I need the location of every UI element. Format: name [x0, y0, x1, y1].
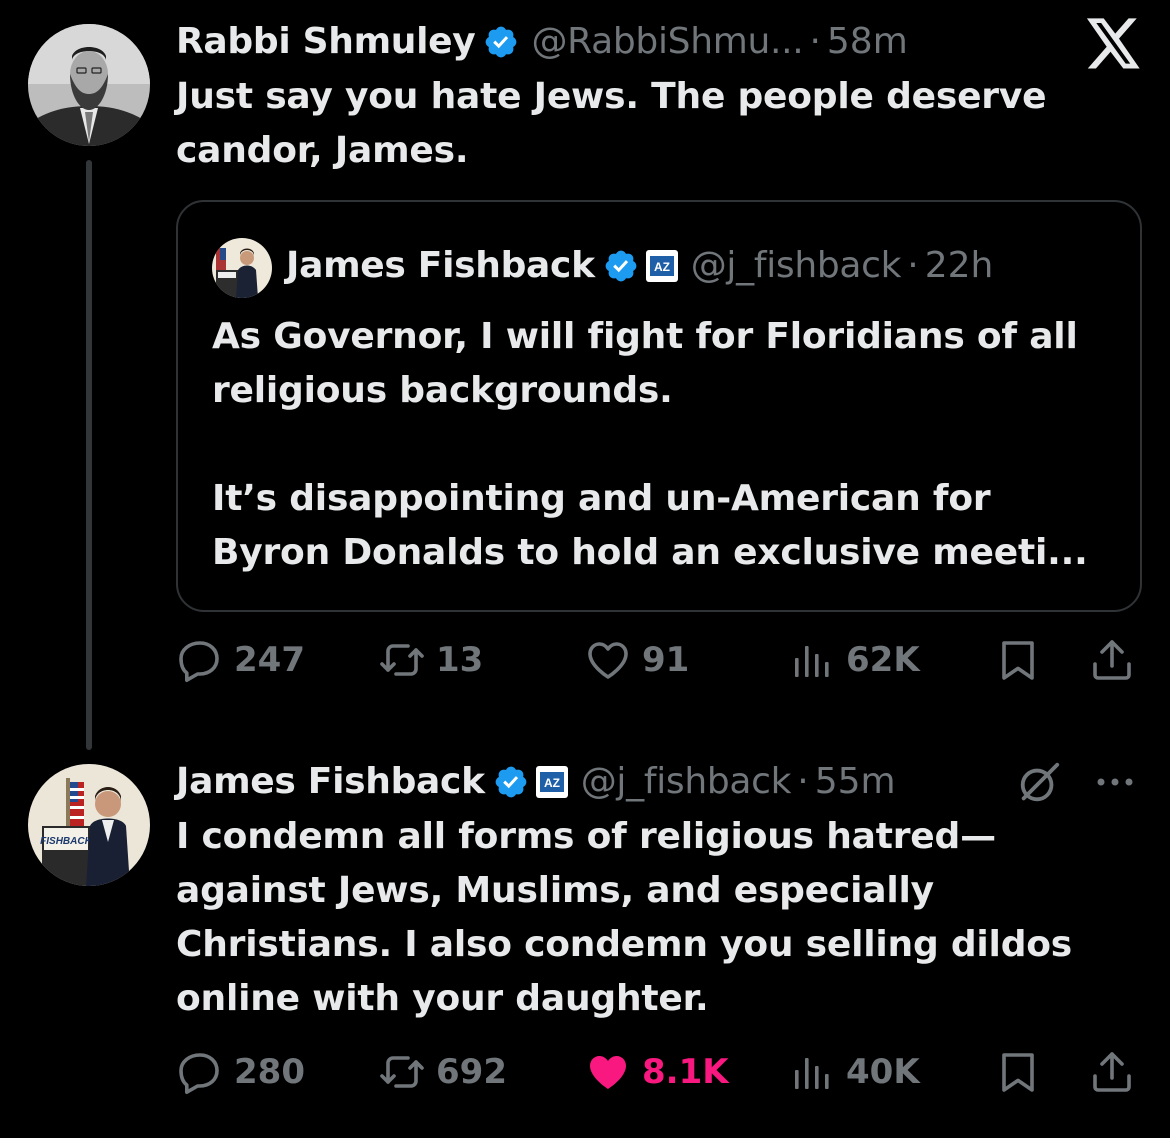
- reply-button[interactable]: 280: [176, 1042, 305, 1102]
- repost-button[interactable]: 692: [378, 1042, 507, 1102]
- like-button[interactable]: 91: [584, 630, 689, 690]
- tweet-header: James Fishback AZ @j_fishback · 55m: [176, 760, 896, 804]
- thread-view: Rabbi Shmuley @RabbiShmu... · 58m Just s…: [0, 0, 1170, 1138]
- quote-author-handle[interactable]: @j_fishback: [691, 244, 902, 288]
- separator-dot: ·: [797, 761, 809, 802]
- share-icon: [1088, 1048, 1136, 1096]
- verified-badge-icon[interactable]: [493, 764, 529, 800]
- bookmark-button[interactable]: [994, 630, 1042, 690]
- views-icon: [788, 636, 836, 684]
- tweet-actions: 280 692 8.1K 40K: [176, 1042, 1136, 1102]
- views-count: 40K: [846, 1052, 920, 1092]
- timestamp[interactable]: 58m: [827, 20, 908, 64]
- repost-button[interactable]: 13: [378, 630, 483, 690]
- views-button[interactable]: 40K: [788, 1042, 920, 1102]
- tweet-text: Just say you hate Jews. The people deser…: [176, 76, 1047, 171]
- more-icon[interactable]: [1092, 772, 1138, 792]
- quote-author-name[interactable]: James Fishback: [286, 244, 595, 288]
- views-icon: [788, 1048, 836, 1096]
- verified-badge-icon[interactable]: [603, 248, 639, 284]
- affiliate-badge-icon[interactable]: AZ: [645, 249, 679, 283]
- quote-header: James Fishback AZ @j_fishback · 22h: [286, 244, 993, 288]
- like-button-active[interactable]: 8.1K: [584, 1042, 729, 1102]
- like-count: 8.1K: [642, 1052, 729, 1092]
- tweet-actions: 247 13 91 62K: [176, 630, 1136, 690]
- avatar-sign-text: FISHBACK: [40, 836, 92, 847]
- like-count: 91: [642, 640, 690, 680]
- separator-dot: ·: [809, 21, 821, 62]
- like-icon: [584, 1048, 632, 1096]
- repost-icon: [378, 636, 426, 684]
- bookmark-button[interactable]: [994, 1042, 1042, 1102]
- views-count: 62K: [846, 640, 920, 680]
- avatar-james-fishback[interactable]: FISHBACK: [28, 764, 150, 886]
- verified-badge-icon[interactable]: [483, 24, 519, 60]
- share-button[interactable]: [1088, 630, 1136, 690]
- author-name[interactable]: Rabbi Shmuley: [176, 20, 476, 64]
- share-icon: [1088, 636, 1136, 684]
- author-name[interactable]: James Fishback: [176, 760, 485, 804]
- reply-icon: [176, 1048, 224, 1096]
- reply-icon: [176, 636, 224, 684]
- avatar-james-fishback-small: [212, 238, 272, 298]
- separator-dot: ·: [907, 245, 919, 286]
- quote-timestamp[interactable]: 22h: [925, 244, 994, 288]
- bookmark-icon: [994, 1048, 1042, 1096]
- grok-icon[interactable]: [1016, 760, 1062, 806]
- quote-text: As Governor, I will fight for Floridians…: [212, 316, 1088, 573]
- affiliate-badge-text: AZ: [654, 260, 670, 274]
- thread-connector-line: [86, 160, 92, 750]
- share-button[interactable]: [1088, 1042, 1136, 1102]
- affiliate-badge-icon[interactable]: AZ: [535, 765, 569, 799]
- repost-count: 692: [436, 1052, 507, 1092]
- author-handle[interactable]: @j_fishback: [581, 760, 792, 804]
- views-button[interactable]: 62K: [788, 630, 920, 690]
- tweet-text: I condemn all forms of religious hatred—…: [176, 816, 1073, 1019]
- author-handle[interactable]: @RabbiShmu...: [531, 20, 803, 64]
- bookmark-icon: [994, 636, 1042, 684]
- repost-icon: [378, 1048, 426, 1096]
- x-logo-icon[interactable]: [1086, 18, 1142, 70]
- repost-count: 13: [436, 640, 484, 680]
- reply-button[interactable]: 247: [176, 630, 305, 690]
- reply-count: 280: [234, 1052, 305, 1092]
- affiliate-badge-text: AZ: [544, 776, 560, 790]
- quote-tweet-card[interactable]: James Fishback AZ @j_fishback · 22h As G…: [176, 200, 1142, 612]
- reply-count: 247: [234, 640, 305, 680]
- tweet-header: Rabbi Shmuley @RabbiShmu... · 58m: [176, 20, 908, 64]
- timestamp[interactable]: 55m: [815, 760, 896, 804]
- avatar-rabbi-shmuley[interactable]: [28, 24, 150, 146]
- like-icon: [584, 636, 632, 684]
